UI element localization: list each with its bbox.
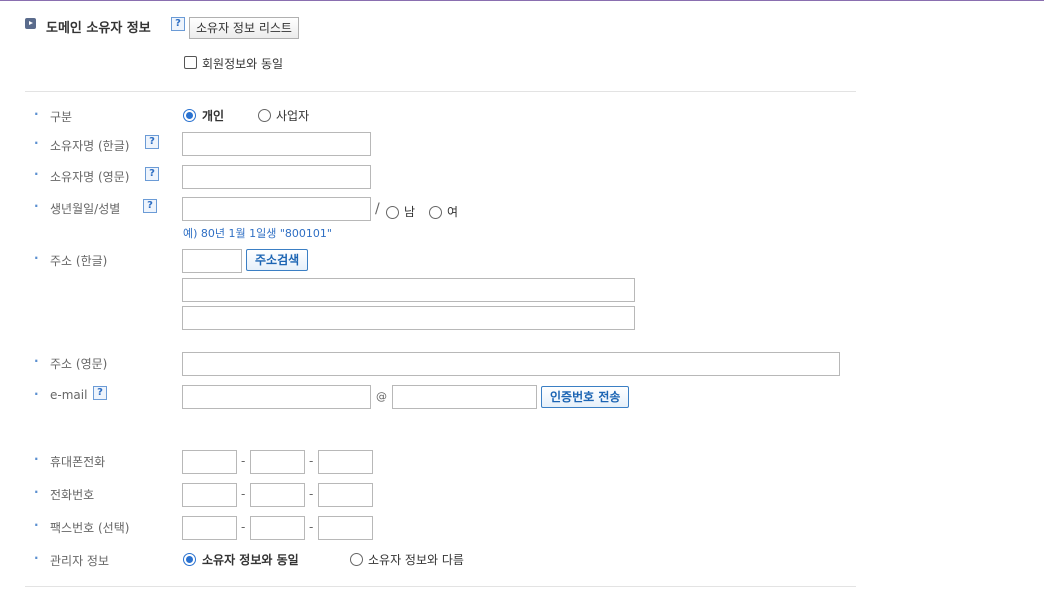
- admin-different-label: 소유자 정보와 다름: [368, 553, 464, 567]
- admin-same-label: 소유자 정보와 동일: [202, 553, 299, 567]
- name-en-help-icon[interactable]: ?: [145, 167, 159, 181]
- mobile-part3-input[interactable]: [318, 450, 373, 474]
- mobile-dash-2: -: [309, 454, 314, 468]
- email-domain-input[interactable]: [392, 385, 537, 409]
- mobile-part2-input[interactable]: [250, 450, 305, 474]
- top-border: [0, 0, 1044, 1]
- fax-dash-1: -: [241, 520, 246, 534]
- birth-hint: 예) 80년 1월 1일생 "800101": [183, 227, 332, 240]
- fax-part1-input[interactable]: [182, 516, 237, 540]
- type-radio-business[interactable]: [258, 109, 271, 122]
- phone-dash-1: -: [241, 487, 246, 501]
- section-title: 도메인 소유자 정보: [46, 21, 151, 36]
- email-id-input[interactable]: [182, 385, 371, 409]
- addr-en-label: 주소 (영문): [34, 354, 107, 372]
- mobile-dash-1: -: [241, 454, 246, 468]
- email-at: @: [376, 390, 387, 403]
- name-en-input[interactable]: [182, 165, 371, 189]
- addr-kr-line1-input[interactable]: [182, 278, 635, 302]
- zipcode-input[interactable]: [182, 249, 242, 273]
- divider: [25, 91, 856, 92]
- fax-label: 팩스번호 (선택): [34, 518, 129, 536]
- email-label: e-mail: [34, 387, 87, 402]
- send-auth-code-button[interactable]: 인증번호 전송: [541, 386, 630, 408]
- admin-radio-same[interactable]: [183, 553, 196, 566]
- gender-radio-male[interactable]: [386, 206, 399, 219]
- name-kr-label: 소유자명 (한글): [34, 136, 129, 154]
- type-individual-label: 개인: [202, 109, 225, 123]
- help-icon[interactable]: ?: [171, 17, 185, 31]
- addr-kr-line2-input[interactable]: [182, 306, 635, 330]
- birth-separator: /: [375, 201, 380, 217]
- phone-dash-2: -: [309, 487, 314, 501]
- name-kr-help-icon[interactable]: ?: [145, 135, 159, 149]
- address-search-button[interactable]: 주소검색: [246, 249, 309, 271]
- gender-female-label: 여: [447, 205, 459, 219]
- same-as-member-label: 회원정보와 동일: [202, 57, 284, 71]
- mobile-part1-input[interactable]: [182, 450, 237, 474]
- gender-radio-female[interactable]: [429, 206, 442, 219]
- name-kr-input[interactable]: [182, 132, 371, 156]
- addr-en-input[interactable]: [182, 352, 840, 376]
- type-business-label: 사업자: [276, 109, 310, 123]
- mobile-label: 휴대폰전화: [34, 452, 105, 470]
- phone-part1-input[interactable]: [182, 483, 237, 507]
- fax-dash-2: -: [309, 520, 314, 534]
- phone-label: 전화번호: [34, 485, 94, 503]
- phone-part3-input[interactable]: [318, 483, 373, 507]
- addr-kr-label: 주소 (한글): [34, 251, 107, 269]
- admin-radio-different[interactable]: [350, 553, 363, 566]
- type-label: 구분: [34, 107, 72, 125]
- owner-list-button[interactable]: 소유자 정보 리스트: [189, 17, 299, 39]
- email-help-icon[interactable]: ?: [93, 386, 107, 400]
- gender-male-label: 남: [404, 205, 416, 219]
- name-en-label: 소유자명 (영문): [34, 167, 129, 185]
- section-bullet-icon: [25, 18, 36, 29]
- birth-input[interactable]: [182, 197, 371, 221]
- fax-part2-input[interactable]: [250, 516, 305, 540]
- same-as-member-checkbox[interactable]: [184, 56, 197, 69]
- bottom-divider: [25, 586, 856, 587]
- fax-part3-input[interactable]: [318, 516, 373, 540]
- birth-help-icon[interactable]: ?: [143, 199, 157, 213]
- phone-part2-input[interactable]: [250, 483, 305, 507]
- admin-label: 관리자 정보: [34, 551, 109, 569]
- birth-label: 생년월일/성별: [34, 199, 120, 217]
- type-radio-individual[interactable]: [183, 109, 196, 122]
